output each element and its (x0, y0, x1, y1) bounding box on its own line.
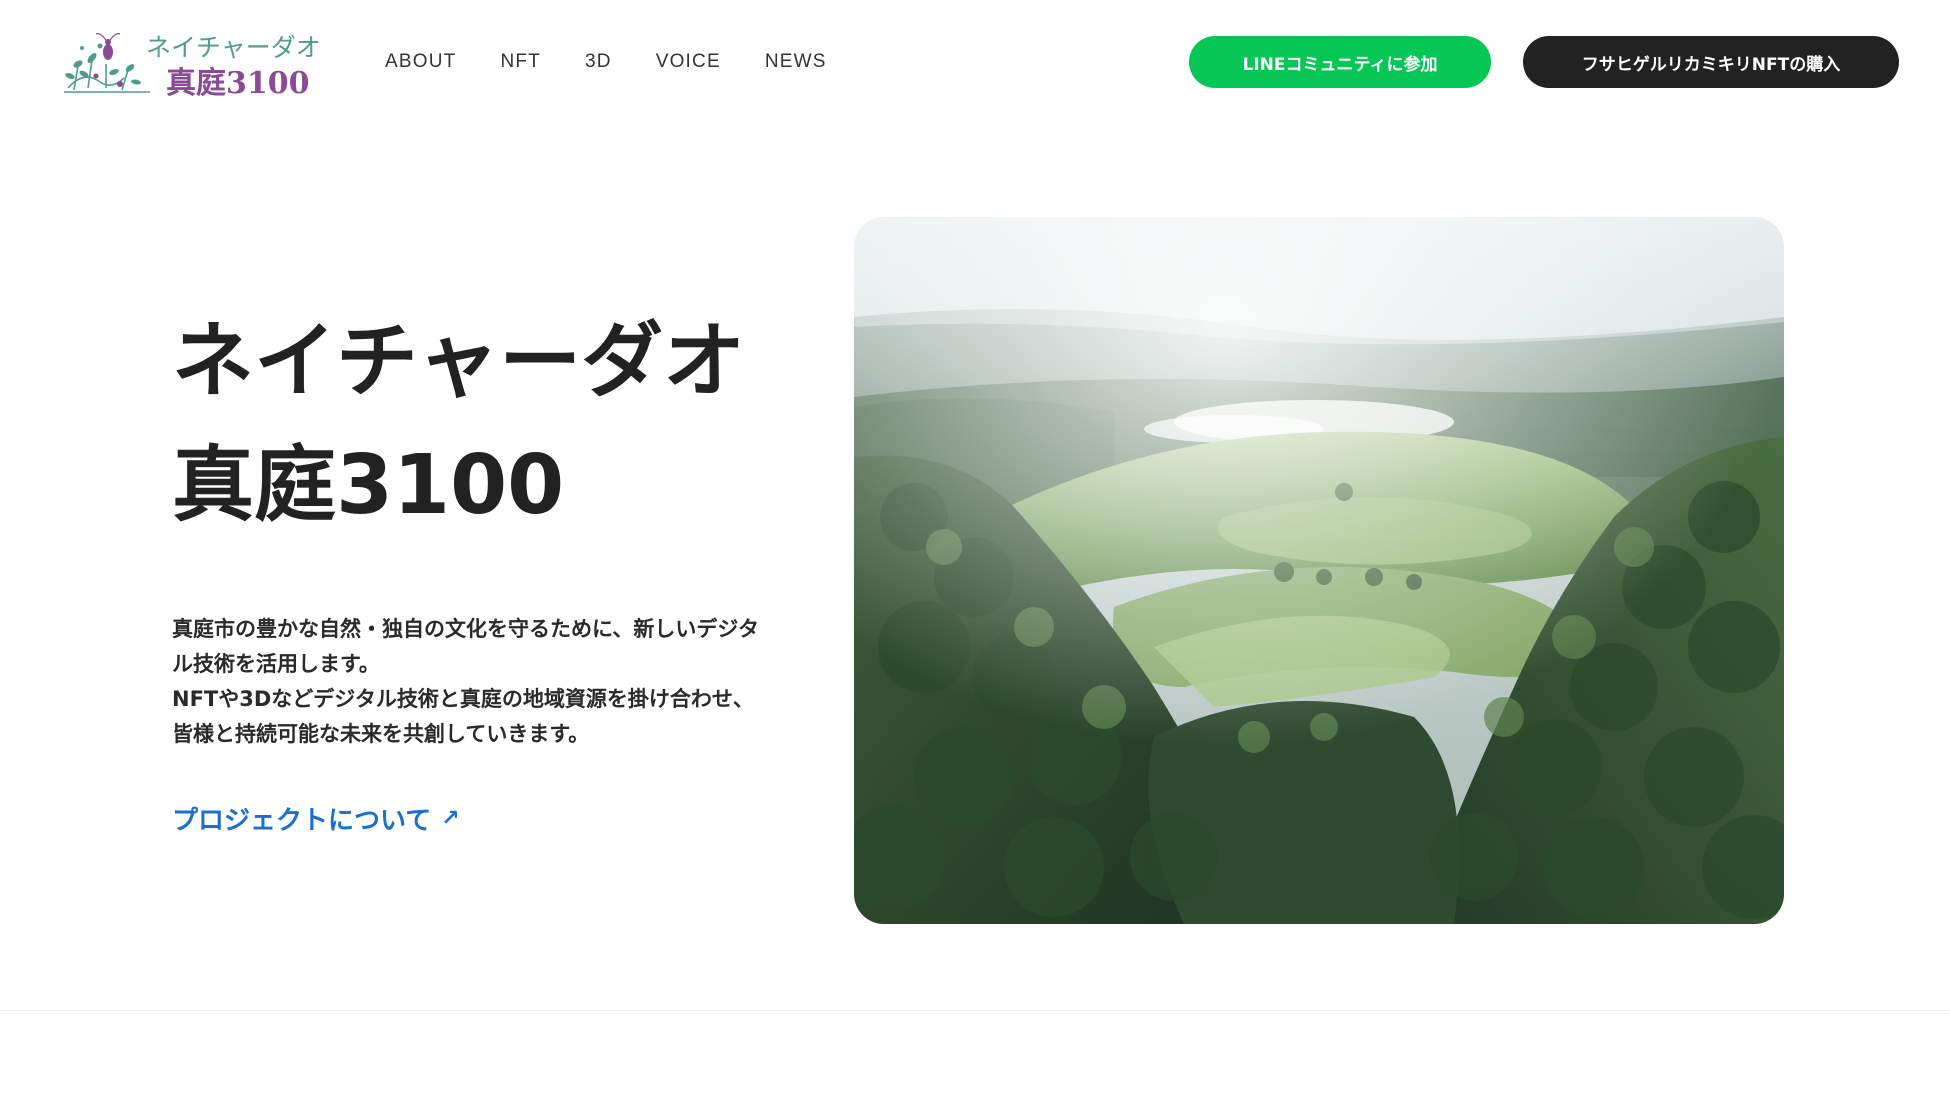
about-project-link-label: プロジェクトについて (172, 806, 432, 836)
main-nav: ABOUT NFT 3D VOICE NEWS (385, 48, 871, 76)
buy-nft-button[interactable]: フサヒゲルリカミキリNFTの購入 (1523, 36, 1899, 88)
hero-title: ネイチャーダオ 真庭3100 (172, 300, 812, 548)
aerial-forest-hills-photo (854, 217, 1784, 924)
nav-item-voice[interactable]: VOICE (656, 48, 721, 76)
nav-item-3d[interactable]: 3D (585, 48, 612, 76)
site-logo[interactable]: ネイチャーダオ 真庭3100 (62, 28, 324, 101)
hero-description-line: 皆様と持続可能な未来を共創していきます。 (172, 722, 590, 746)
hero-title-line1: ネイチャーダオ (172, 314, 746, 409)
logo-text-line2: 真庭3100 (166, 66, 310, 101)
section-divider (0, 1010, 1950, 1011)
line-community-button[interactable]: LINEコミュニティに参加 (1189, 36, 1491, 88)
site-header: ネイチャーダオ 真庭3100 ABOUT NFT 3D VOICE NEWS L… (0, 0, 1950, 124)
hero-forest-photo (854, 217, 1784, 924)
hero-description-line: 真庭市の豊かな自然・独自の文化を守るために、新しいデジタ (172, 617, 759, 641)
wildflower-bug-logo-icon (64, 33, 150, 93)
about-project-link[interactable]: プロジェクトについて ↗ (172, 800, 460, 837)
nav-item-nft[interactable]: NFT (500, 48, 541, 76)
hero-heading-block: ネイチャーダオ 真庭3100 (172, 300, 812, 548)
nav-item-news[interactable]: NEWS (765, 48, 827, 76)
hero-description: 真庭市の豊かな自然・独自の文化を守るために、新しいデジタ ル技術を活用します。 … (172, 612, 798, 752)
nav-item-about[interactable]: ABOUT (385, 48, 456, 76)
hero-description-line: NFTや3Dなどデジタル技術と真庭の地域資源を掛け合わせ、 (172, 687, 754, 711)
arrow-up-right-icon: ↗ (441, 806, 460, 831)
hero-title-line2: 真庭3100 (172, 438, 565, 533)
hero-description-line: ル技術を活用します。 (172, 652, 380, 676)
